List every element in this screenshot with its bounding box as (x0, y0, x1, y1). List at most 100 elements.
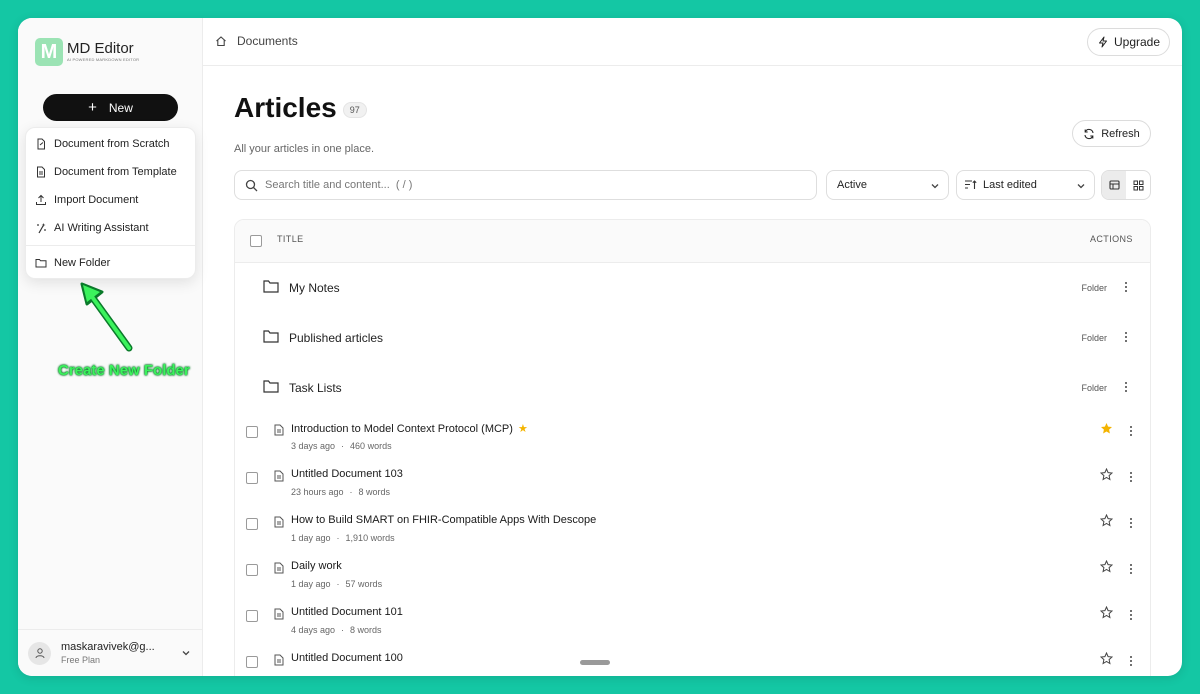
document-title[interactable]: Untitled Document 101 (291, 606, 403, 618)
document-title[interactable]: Untitled Document 103 (291, 468, 403, 480)
menu-item-document-from-scratch[interactable]: Document from Scratch (26, 131, 195, 157)
document-row[interactable]: Introduction to Model Context Protocol (… (235, 416, 1150, 462)
breadcrumb-documents[interactable]: Documents (237, 34, 298, 48)
row-checkbox[interactable] (246, 472, 258, 484)
more-options-icon[interactable] (1125, 654, 1137, 668)
more-options-icon[interactable] (1125, 562, 1137, 576)
document-words: 460 words (350, 441, 392, 451)
menu-item-label: AI Writing Assistant (54, 222, 149, 234)
lightning-icon (1098, 36, 1107, 48)
document-icon (274, 424, 284, 436)
search-box[interactable] (234, 170, 817, 200)
document-title[interactable]: Daily work (291, 560, 342, 572)
article-count-badge: 97 (342, 102, 367, 118)
refresh-button[interactable]: Refresh (1072, 120, 1151, 147)
document-time: 23 hours ago (291, 487, 344, 497)
folder-type-label: Folder (1081, 283, 1107, 293)
more-options-icon[interactable] (1125, 608, 1137, 622)
document-icon (274, 608, 284, 620)
document-words: 1,910 words (345, 533, 395, 543)
document-time: 3 days ago (291, 441, 336, 451)
document-time: 1 day ago (291, 533, 331, 543)
plus-icon: + (88, 99, 97, 116)
status-filter-select[interactable]: Active (826, 170, 949, 200)
new-dropdown-menu: Document from Scratch Document from Temp… (25, 127, 196, 279)
import-icon (36, 194, 46, 205)
folder-name[interactable]: Task Lists (289, 381, 342, 395)
chevron-down-icon[interactable] (181, 648, 191, 658)
sort-icon (965, 180, 977, 189)
folder-row[interactable]: Task Lists Folder (235, 363, 1150, 413)
top-bar: Documents Upgrade (203, 18, 1182, 66)
folder-name[interactable]: Published articles (289, 331, 383, 345)
more-options-icon[interactable] (1120, 380, 1132, 394)
table-view-icon (1108, 180, 1120, 190)
document-row[interactable]: Untitled Document 101 4 days ago · 8 words (235, 600, 1150, 646)
star-outline-icon[interactable] (1100, 468, 1113, 481)
document-icon (274, 654, 284, 666)
new-document-icon (37, 138, 45, 150)
star-outline-icon[interactable] (1100, 514, 1113, 527)
document-row[interactable]: Untitled Document 103 23 hours ago · 8 wor… (235, 462, 1150, 508)
row-checkbox[interactable] (246, 426, 258, 438)
logo-mark: M (35, 38, 63, 66)
document-time: 4 days ago (291, 625, 336, 635)
user-menu[interactable]: maskaravivek@g... Free Plan (18, 629, 203, 676)
select-all-checkbox[interactable] (250, 235, 262, 247)
document-words: 8 words (358, 487, 391, 497)
starred-icon: ★ (517, 423, 528, 435)
app-logo[interactable]: M MD Editor AI POWERED MARKDOWN EDITOR (35, 38, 139, 66)
star-filled-icon[interactable] (1100, 422, 1113, 435)
app-tagline: AI POWERED MARKDOWN EDITOR (67, 57, 140, 62)
more-options-icon[interactable] (1120, 280, 1132, 294)
table-view-button[interactable] (1102, 171, 1126, 199)
row-checkbox[interactable] (246, 518, 258, 530)
row-checkbox[interactable] (246, 610, 258, 622)
more-options-icon[interactable] (1125, 424, 1137, 438)
document-row[interactable]: Untitled Document 100 (235, 646, 1150, 676)
menu-item-document-from-template[interactable]: Document from Template (26, 159, 195, 185)
search-input[interactable] (265, 179, 785, 191)
document-title[interactable]: Introduction to Model Context Protocol (… (291, 423, 513, 435)
more-options-icon[interactable] (1125, 470, 1137, 484)
chevron-down-icon (1077, 184, 1085, 189)
upgrade-button[interactable]: Upgrade (1087, 28, 1170, 56)
document-title[interactable]: How to Build SMART on FHIR-Compatible Ap… (291, 514, 596, 526)
folder-name[interactable]: My Notes (289, 281, 340, 295)
star-outline-icon[interactable] (1100, 560, 1113, 573)
folder-row[interactable]: Published articles Folder (235, 313, 1150, 363)
articles-table: TITLE ACTIONS My Notes Folder Published … (234, 219, 1151, 676)
document-row[interactable]: Daily work 1 day ago · 57 words (235, 554, 1150, 600)
grid-view-icon (1133, 180, 1143, 190)
more-options-icon[interactable] (1125, 516, 1137, 530)
view-toggle (1101, 170, 1151, 200)
row-checkbox[interactable] (246, 656, 258, 668)
app-name: MD Editor (67, 40, 134, 57)
menu-item-label: Import Document (54, 194, 139, 206)
menu-item-label: New Folder (54, 257, 111, 269)
folder-row[interactable]: My Notes Folder (235, 263, 1150, 313)
table-header: TITLE ACTIONS (235, 220, 1150, 263)
document-row[interactable]: How to Build SMART on FHIR-Compatible Ap… (235, 508, 1150, 554)
new-button[interactable]: + New (43, 94, 178, 121)
refresh-label: Refresh (1101, 127, 1140, 140)
column-header-actions: ACTIONS (1090, 234, 1133, 244)
star-outline-icon[interactable] (1100, 606, 1113, 619)
sort-value: Last edited (983, 179, 1037, 191)
menu-item-new-folder[interactable]: New Folder (26, 250, 195, 276)
more-options-icon[interactable] (1120, 330, 1132, 344)
refresh-icon (1084, 128, 1094, 139)
sort-select[interactable]: Last edited (956, 170, 1095, 200)
scroll-handle[interactable] (580, 660, 610, 665)
grid-view-button[interactable] (1126, 171, 1150, 199)
chevron-down-icon (931, 184, 939, 189)
breadcrumb[interactable]: Documents (215, 34, 298, 48)
menu-item-import-document[interactable]: Import Document (26, 187, 195, 213)
document-title[interactable]: Untitled Document 100 (291, 652, 403, 664)
annotation-label: Create New Folder (58, 362, 190, 379)
menu-item-ai-writing-assistant[interactable]: AI Writing Assistant (26, 215, 195, 241)
upgrade-label: Upgrade (1113, 35, 1161, 49)
star-outline-icon[interactable] (1100, 652, 1113, 665)
row-checkbox[interactable] (246, 564, 258, 576)
template-icon (37, 166, 45, 178)
